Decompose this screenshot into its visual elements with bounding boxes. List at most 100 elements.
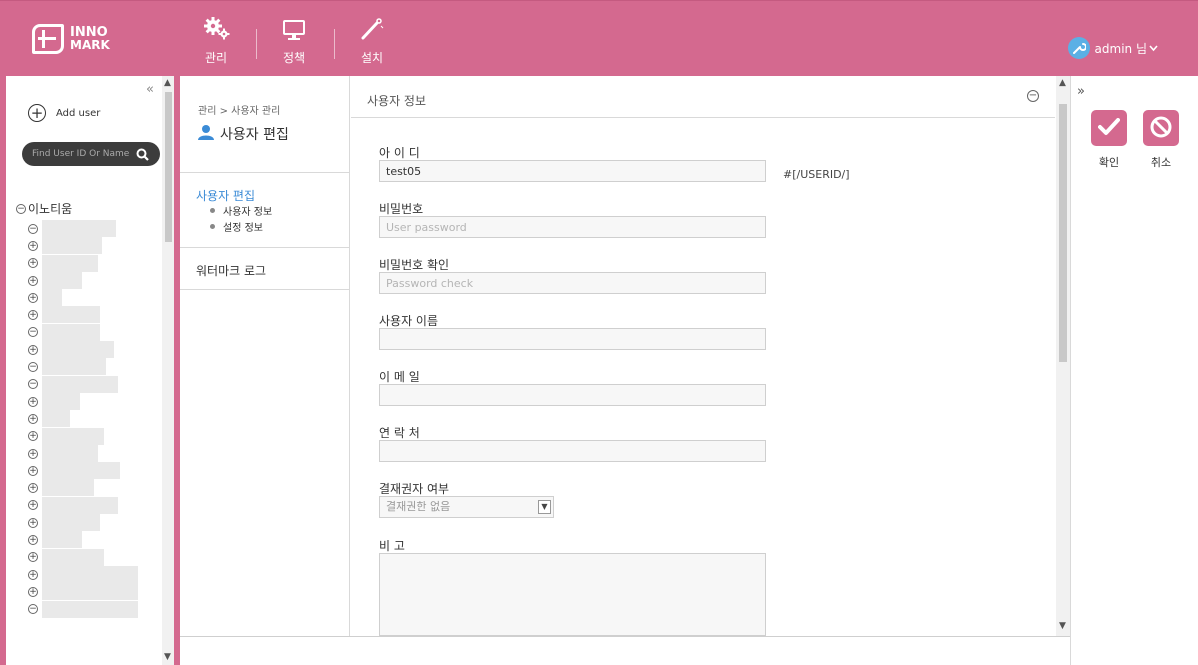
subnav-section: 사용자 편집 사용자 정보 설정 정보 — [180, 172, 350, 248]
subnav-edit-user[interactable]: 사용자 편집 — [196, 187, 255, 204]
memo-textarea[interactable] — [379, 553, 766, 636]
redacted-label — [42, 289, 62, 307]
subnav-watermark-log[interactable]: 워터마크 로그 — [196, 262, 266, 279]
expand-node-icon[interactable]: + — [28, 292, 38, 303]
redacted-label — [42, 427, 104, 445]
tree-node[interactable]: + — [28, 462, 120, 480]
collapse-left-button[interactable]: « — [146, 82, 154, 97]
id-field[interactable] — [379, 160, 766, 182]
tree-root-label: 이노티움 — [28, 202, 73, 216]
nav-manage-label: 관리 — [204, 51, 228, 65]
tree-node[interactable]: + — [28, 496, 118, 514]
left-scrollbar[interactable]: ▲ ▼ — [162, 76, 174, 665]
search-icon[interactable] — [132, 148, 152, 161]
tree-node[interactable]: − — [28, 323, 100, 341]
expand-node-icon[interactable]: + — [28, 586, 38, 597]
approver-select[interactable]: 결재권한 없음 ▼ — [379, 496, 554, 518]
chevron-down-icon — [1149, 41, 1158, 55]
tree-node[interactable]: + — [28, 237, 102, 255]
expand-node-icon[interactable]: + — [28, 413, 38, 424]
subnav-user-info[interactable]: 사용자 정보 — [210, 203, 272, 218]
expand-node-icon[interactable]: + — [28, 448, 38, 459]
collapse-node-icon[interactable]: − — [28, 604, 38, 615]
password-confirm-field[interactable] — [379, 272, 766, 294]
cancel-label: 취소 — [1150, 156, 1172, 169]
tree-node[interactable]: + — [28, 548, 104, 566]
password-field[interactable] — [379, 216, 766, 238]
collapse-node-icon[interactable]: − — [28, 362, 38, 373]
user-menu[interactable]: admin 님 — [1067, 37, 1158, 59]
expand-node-icon[interactable]: + — [28, 569, 38, 580]
user-search-input[interactable] — [22, 149, 132, 159]
form-scroll-thumb[interactable] — [1059, 104, 1067, 362]
expand-node-icon[interactable]: + — [28, 431, 38, 442]
expand-node-icon[interactable]: + — [28, 258, 38, 269]
logo-text: INNO MARK — [70, 26, 110, 51]
expand-right-button[interactable]: » — [1077, 84, 1085, 99]
top-header: INNO MARK 관리 정책 설치 admin 님 — [0, 0, 1198, 76]
tree-node[interactable]: + — [28, 271, 82, 289]
collapse-node-icon[interactable]: − — [28, 223, 38, 234]
tree-node[interactable]: + — [28, 583, 138, 601]
user-form-panel: 사용자 정보 − 아 이 디 #[/USERID/] 비밀번호 비밀번호 확인 … — [351, 76, 1070, 636]
id-label: 아 이 디 — [379, 146, 420, 160]
left-scroll-thumb[interactable] — [165, 92, 172, 242]
tree-node[interactable]: + — [28, 479, 94, 497]
expand-node-icon[interactable]: + — [28, 465, 38, 476]
redacted-label — [42, 392, 80, 410]
password-label: 비밀번호 — [379, 202, 424, 216]
tree-node[interactable]: + — [28, 444, 98, 462]
chevron-down-icon[interactable]: ▼ — [538, 500, 551, 514]
tree-node[interactable]: + — [28, 392, 80, 410]
collapse-node-icon[interactable]: − — [16, 203, 26, 214]
nav-manage[interactable]: 관리 — [196, 15, 236, 66]
tree-node[interactable]: + — [28, 565, 138, 583]
expand-node-icon[interactable]: + — [28, 534, 38, 545]
tree-node[interactable]: + — [28, 254, 98, 272]
add-user-button[interactable]: + Add user — [28, 104, 100, 122]
expand-node-icon[interactable]: + — [28, 552, 38, 563]
expand-node-icon[interactable]: + — [28, 344, 38, 355]
userid-hint: #[/USERID/] — [783, 168, 850, 181]
tree-node[interactable]: + — [28, 306, 100, 324]
tree-node[interactable]: + — [28, 341, 114, 359]
tree-node[interactable]: + — [28, 289, 62, 307]
phone-field[interactable] — [379, 440, 766, 462]
expand-node-icon[interactable]: + — [28, 517, 38, 528]
redacted-label — [42, 531, 82, 549]
email-field[interactable] — [379, 384, 766, 406]
nav-install[interactable]: 설치 — [352, 15, 392, 66]
collapse-section-icon[interactable]: − — [1027, 90, 1039, 102]
tree-node[interactable]: − — [28, 375, 118, 393]
tree-node[interactable]: + — [28, 410, 70, 428]
form-scrollbar[interactable]: ▲ ▼ — [1056, 76, 1070, 636]
tree-node[interactable]: − — [28, 358, 106, 376]
tree-root-node[interactable]: − 이노티움 — [16, 200, 72, 217]
tree-node[interactable]: + — [28, 514, 100, 532]
expand-node-icon[interactable]: + — [28, 275, 38, 286]
nav-policy[interactable]: 정책 — [274, 15, 314, 66]
expand-node-icon[interactable]: + — [28, 396, 38, 407]
scroll-down-icon[interactable]: ▼ — [164, 652, 171, 662]
tree-node[interactable]: + — [28, 427, 104, 445]
collapse-node-icon[interactable]: − — [28, 379, 38, 390]
tree-node[interactable]: − — [28, 600, 138, 618]
tree-node[interactable]: + — [28, 531, 82, 549]
innomark-logo[interactable]: INNO MARK — [32, 19, 110, 59]
cancel-button[interactable] — [1143, 110, 1179, 146]
scroll-up-icon[interactable]: ▲ — [1059, 78, 1066, 88]
expand-node-icon[interactable]: + — [28, 310, 38, 321]
confirm-button[interactable] — [1091, 110, 1127, 146]
expand-node-icon[interactable]: + — [28, 240, 38, 251]
tree-node[interactable]: − — [28, 220, 116, 237]
approver-selected-value: 결재권한 없음 — [386, 500, 451, 513]
scroll-up-icon[interactable]: ▲ — [164, 78, 171, 88]
redacted-label — [42, 514, 100, 532]
scroll-down-icon[interactable]: ▼ — [1059, 621, 1066, 631]
name-field[interactable] — [379, 328, 766, 350]
collapse-node-icon[interactable]: − — [28, 327, 38, 338]
expand-node-icon[interactable]: + — [28, 500, 38, 511]
monitor-icon — [274, 15, 314, 41]
expand-node-icon[interactable]: + — [28, 483, 38, 494]
subnav-settings-info[interactable]: 설정 정보 — [210, 219, 263, 234]
